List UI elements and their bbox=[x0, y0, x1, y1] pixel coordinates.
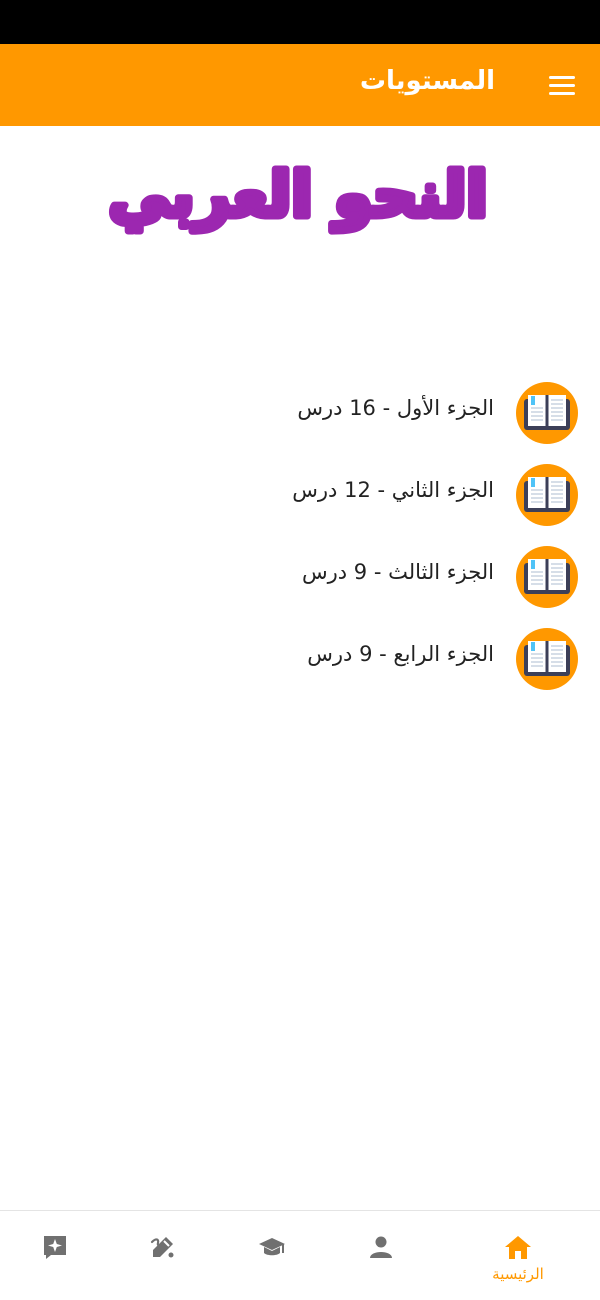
home-icon bbox=[505, 1236, 531, 1259]
list-item[interactable]: الجزء الأول - 16 درس bbox=[0, 382, 600, 444]
sparkle-chat-icon bbox=[44, 1236, 66, 1259]
list-item[interactable]: الجزء الرابع - 9 درس bbox=[0, 628, 600, 690]
bottom-navigation: الرئيسية bbox=[0, 1210, 600, 1300]
pencil-edit-icon bbox=[150, 1237, 174, 1258]
nav-item-featured[interactable] bbox=[5, 1211, 105, 1300]
list-item[interactable]: الجزء الثاني - 12 درس bbox=[0, 464, 600, 526]
banner-title: النحو العربي bbox=[108, 158, 487, 231]
open-book-icon bbox=[516, 464, 578, 526]
nav-item-home-label: الرئيسية bbox=[492, 1265, 544, 1283]
list-item-label: الجزء الأول - 16 درس bbox=[297, 396, 494, 420]
open-book-icon bbox=[516, 382, 578, 444]
status-bar bbox=[0, 0, 600, 44]
list-item[interactable]: الجزء الثالث - 9 درس bbox=[0, 546, 600, 608]
open-book-icon bbox=[516, 546, 578, 608]
app-bar: المستويات bbox=[0, 44, 600, 126]
page-title: المستويات bbox=[359, 66, 495, 96]
list-item-label: الجزء الثاني - 12 درس bbox=[292, 478, 494, 502]
nav-item-profile[interactable] bbox=[331, 1211, 431, 1300]
list-item-label: الجزء الثالث - 9 درس bbox=[301, 560, 494, 584]
open-book-icon bbox=[516, 628, 578, 690]
nav-item-home[interactable]: الرئيسية bbox=[468, 1211, 568, 1300]
list-item-label: الجزء الرابع - 9 درس bbox=[307, 642, 494, 666]
app-logo-banner: النحو العربي bbox=[0, 150, 600, 250]
nav-item-exercises[interactable] bbox=[113, 1211, 213, 1300]
nav-item-courses[interactable] bbox=[222, 1211, 322, 1300]
person-icon bbox=[370, 1236, 392, 1258]
graduation-cap-icon bbox=[259, 1238, 285, 1256]
hamburger-menu-icon[interactable] bbox=[546, 68, 578, 102]
